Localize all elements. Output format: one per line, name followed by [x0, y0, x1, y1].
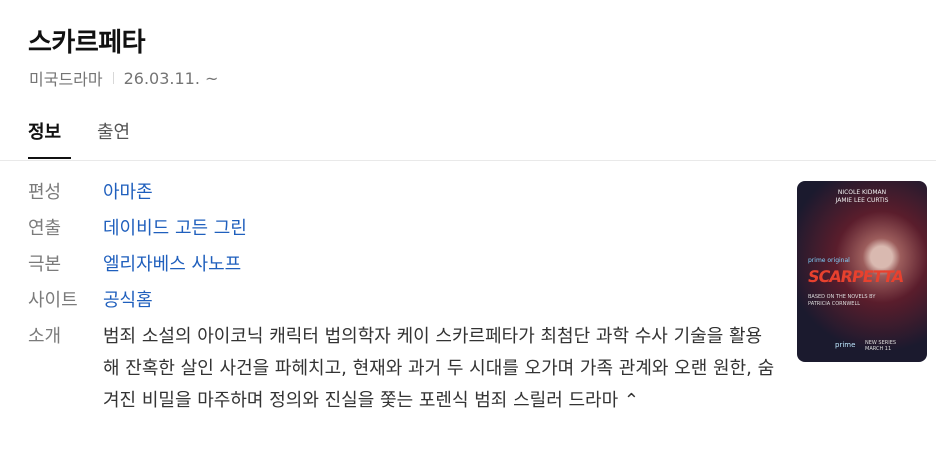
poster-title-logo: SCARPETTA [806, 267, 905, 286]
prime-logo: prime [835, 341, 856, 349]
active-tab-indicator [28, 157, 71, 159]
prime-original-badge: prime original [808, 257, 850, 264]
air-date-text: 26.03.11. ~ [123, 68, 219, 88]
site-label: 사이트 [28, 290, 78, 311]
collapse-chevron-icon[interactable]: ⌃ [624, 390, 639, 411]
info-row-synopsis: 소개 범죄 소설의 아이코닉 캐릭터 법의학자 케이 스카르페타가 최첨단 과학… [28, 324, 788, 417]
info-list: 편성 아마존 연출 데이비드 고든 그린 극본 엘리자베스 사노프 사이트 공식… [28, 180, 788, 427]
synopsis-body: 범죄 소설의 아이코닉 캐릭터 법의학자 케이 스카르페타가 최첨단 과학 수사… [103, 326, 775, 411]
network-label: 편성 [28, 182, 62, 203]
info-row-writer: 극본 엘리자베스 사노프 [28, 252, 788, 278]
tab-cast[interactable]: 출연 [97, 118, 130, 144]
poster-image[interactable]: NICOLE KIDMAN JAMIE LEE CURTIS prime ori… [797, 181, 927, 362]
page-title: 스카르페타 [28, 28, 146, 58]
info-row-director: 연출 데이비드 고든 그린 [28, 216, 788, 242]
tab-info[interactable]: 정보 [28, 118, 61, 144]
writer-label: 극본 [28, 254, 62, 275]
network-link[interactable]: 아마존 [103, 180, 153, 206]
info-row-network: 편성 아마존 [28, 180, 788, 206]
poster-cast-names: NICOLE KIDMAN JAMIE LEE CURTIS [835, 189, 889, 204]
director-link[interactable]: 데이비드 고든 그린 [103, 216, 247, 242]
poster-author-credit: BASED ON THE NOVELS BY PATRICIA CORNWELL [808, 294, 876, 307]
official-site-link[interactable]: 공식홈 [103, 288, 153, 314]
drama-info-card: 스카르페타 미국드라마 26.03.11. ~ 정보 출연 편성 아마존 연출 … [0, 0, 936, 455]
info-row-site: 사이트 공식홈 [28, 288, 788, 314]
tab-bar: 정보 출연 [0, 100, 936, 161]
poster-release-note: NEW SERIES MARCH 11 [865, 340, 897, 352]
writer-link[interactable]: 엘리자베스 사노프 [103, 252, 241, 278]
meta-line: 미국드라마 26.03.11. ~ [29, 66, 218, 90]
meta-divider [112, 72, 114, 84]
genre-text: 미국드라마 [29, 70, 103, 89]
synopsis-text: 범죄 소설의 아이코닉 캐릭터 법의학자 케이 스카르페타가 최첨단 과학 수사… [103, 321, 778, 417]
director-label: 연출 [28, 218, 62, 239]
synopsis-label: 소개 [28, 326, 62, 347]
